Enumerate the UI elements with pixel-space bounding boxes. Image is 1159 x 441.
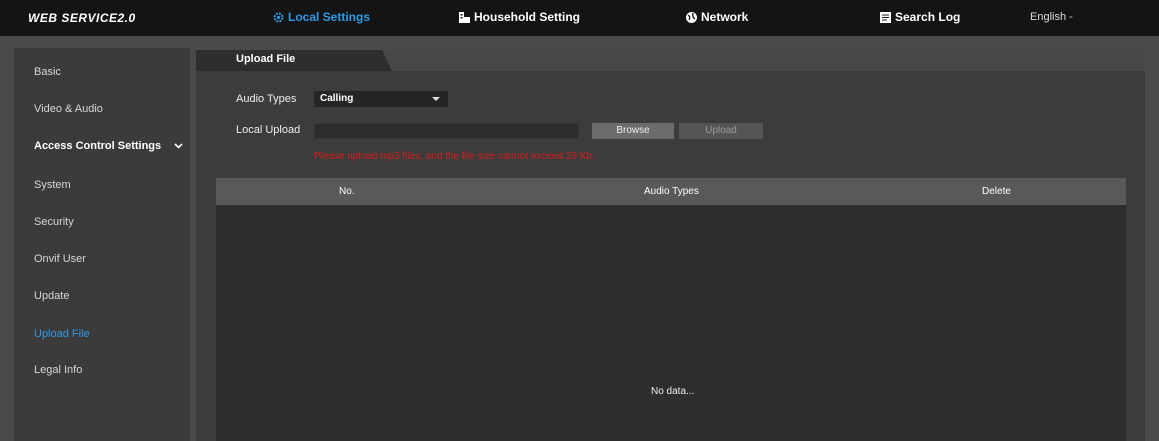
nav-local-settings[interactable]: Local Settings [272,10,370,24]
tab-upload-file[interactable]: Upload File [196,50,392,71]
table-header: No. Audio Types Delete [216,178,1126,205]
nav-household-setting[interactable]: Household Setting [458,10,580,24]
nav-network[interactable]: Network [685,10,748,24]
audio-files-table: No. Audio Types Delete No data... [216,178,1126,441]
sidebar-item-legal-info[interactable]: Legal Info [34,364,82,376]
column-header-audio-types: Audio Types [644,186,699,197]
upload-warning-text: Please upload mp3 files, and the file si… [314,151,595,162]
nav-label: Local Settings [288,10,371,24]
building-icon [458,11,471,24]
nav-search-log[interactable]: Search Log [879,10,960,24]
sidebar-item-video-audio[interactable]: Video & Audio [34,103,103,115]
sidebar-item-label: Access Control Settings [34,140,162,152]
sidebar-item-onvif-user[interactable]: Onvif User [34,253,86,265]
sidebar-item-basic[interactable]: Basic [34,66,61,78]
tab-strip: Upload File [196,50,1145,71]
document-icon [879,11,892,24]
globe-icon [685,11,698,24]
sidebar-item-upload-file[interactable]: Upload File [34,328,90,340]
nav-label: Network [701,10,749,24]
top-navigation-bar: WEB SERVICE2.0 Local Settings Household … [0,0,1159,36]
app-logo: WEB SERVICE2.0 [28,11,136,25]
local-upload-field[interactable] [314,123,579,139]
browse-button[interactable]: Browse [592,123,674,139]
language-selector[interactable]: English - [1030,11,1073,23]
nav-label: Household Setting [474,10,580,24]
column-header-no: No. [339,186,355,197]
local-upload-label: Local Upload [236,124,301,136]
empty-table-message: No data... [651,386,695,397]
sidebar-item-system[interactable]: System [34,179,71,191]
audio-types-label: Audio Types [236,93,297,105]
audio-types-value: Calling [320,93,354,104]
upload-button[interactable]: Upload [679,123,763,139]
nav-label: Search Log [895,10,961,24]
sidebar-item-update[interactable]: Update [34,290,69,302]
caret-down-icon [432,97,440,101]
gear-icon [272,11,285,24]
sidebar-item-security[interactable]: Security [34,216,74,228]
sidebar: Basic Video & Audio Access Control Setti… [14,48,190,441]
sidebar-item-access-control-settings[interactable]: Access Control Settings [34,140,183,152]
audio-types-select[interactable]: Calling [314,91,448,107]
chevron-down-icon [174,140,183,152]
main-content: Upload File Audio Types Calling Local Up… [196,50,1145,441]
column-header-delete: Delete [982,186,1011,197]
